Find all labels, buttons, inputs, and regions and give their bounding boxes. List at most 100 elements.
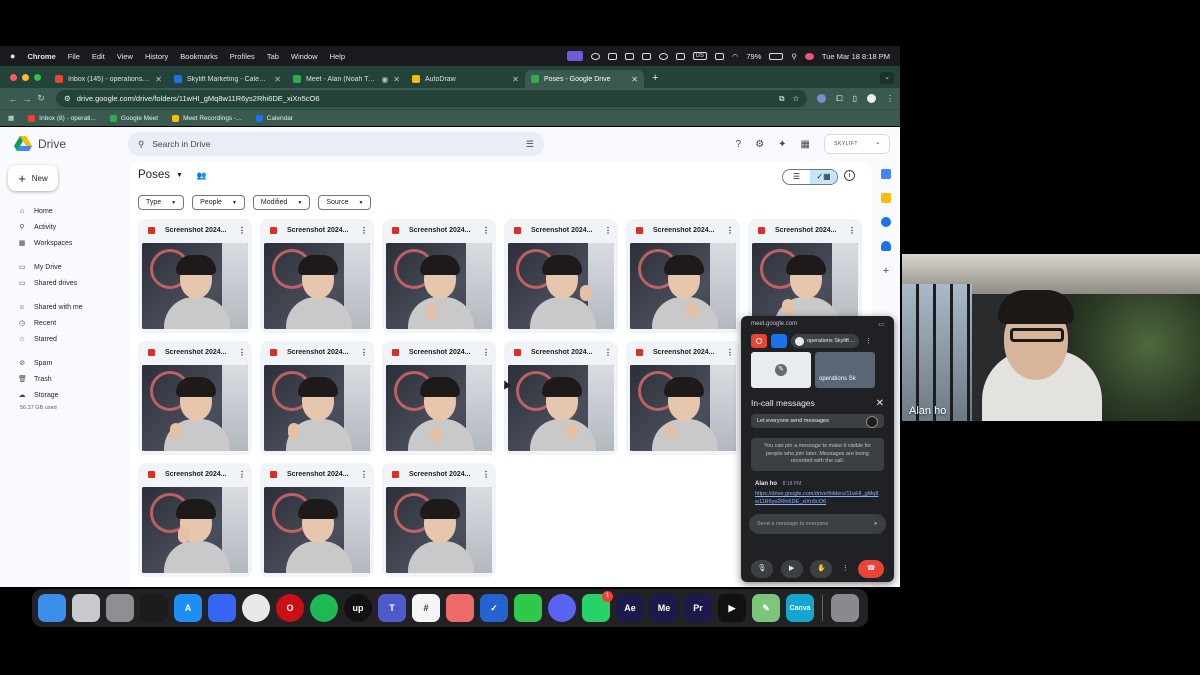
nav-activity[interactable]: ⚲ Activity	[0, 219, 130, 235]
file-thumbnail[interactable]	[142, 365, 248, 451]
participant-tile-presentation[interactable]: ✎	[751, 352, 811, 388]
recording-button[interactable]	[751, 334, 767, 348]
file-thumbnail[interactable]	[386, 243, 492, 329]
nav-my-drive[interactable]: ▭ My Drive	[0, 259, 130, 275]
more-actions-icon[interactable]: ⋮	[482, 470, 490, 479]
dock-finder-icon[interactable]	[38, 594, 66, 622]
bookmark-google-meet[interactable]: Google Meet	[109, 114, 158, 122]
nav-spam[interactable]: ⊘ Spam	[0, 355, 130, 371]
extensions-icon[interactable]: ⧠	[836, 94, 842, 104]
file-thumbnail[interactable]	[264, 365, 370, 451]
participant-tile-operations[interactable]: operations Sk	[815, 352, 875, 388]
wifi-icon[interactable]: ◠	[732, 52, 739, 61]
siri-icon[interactable]	[804, 52, 814, 60]
close-tab-icon[interactable]: ✕	[155, 75, 162, 84]
more-actions-icon[interactable]: ⋮	[238, 226, 246, 235]
minimize-window-button[interactable]	[22, 74, 29, 81]
file-card[interactable]: Screenshot 2024... ⋮	[382, 219, 496, 333]
more-actions-icon[interactable]: ⋮	[604, 226, 612, 235]
dock-chrome-icon[interactable]	[242, 594, 270, 622]
more-actions-icon[interactable]: ⋮	[482, 348, 490, 357]
dock-video-tool-icon[interactable]: ▶	[718, 594, 746, 622]
new-tab-button[interactable]: +	[652, 72, 658, 84]
file-thumbnail[interactable]	[630, 243, 736, 329]
settings-gear-icon[interactable]: ⚙	[755, 139, 764, 150]
apps-icon[interactable]: ▦	[8, 114, 14, 122]
bookmark-meet-recordings[interactable]: Meet Recordings -...	[172, 114, 242, 122]
google-apps-icon[interactable]: ▦	[801, 139, 810, 150]
back-to-tab-icon[interactable]: ▭	[878, 321, 884, 328]
file-card[interactable]: Screenshot 2024... ⋮	[260, 341, 374, 455]
bookmark-star-icon[interactable]: ☆	[792, 94, 799, 104]
menu-bookmarks[interactable]: Bookmarks	[180, 52, 218, 61]
file-thumbnail[interactable]	[264, 487, 370, 573]
nav-workspaces[interactable]: ▦ Workspaces	[0, 235, 130, 251]
dock-whatsapp-icon[interactable]: 1	[582, 591, 613, 622]
bookmark-calendar[interactable]: Calendar	[255, 114, 293, 122]
input-source[interactable]: US	[692, 52, 707, 60]
dock-upwork-icon[interactable]: up	[344, 594, 372, 622]
add-addon-icon[interactable]: +	[883, 265, 889, 277]
close-tab-icon[interactable]: ✕	[274, 75, 281, 84]
tab-inbox[interactable]: Inbox (145) - operations@sky ✕	[49, 70, 168, 88]
nav-shared-with-me[interactable]: ☺ Shared with me	[0, 299, 130, 315]
nav-starred[interactable]: ☆ Starred	[0, 331, 130, 347]
dock-facetime-icon[interactable]	[514, 594, 542, 622]
end-call-icon[interactable]: ☎	[858, 560, 885, 578]
dock-activity-monitor-icon[interactable]	[140, 594, 168, 622]
dock-app-store-icon[interactable]: A	[174, 594, 202, 622]
forward-icon[interactable]: →	[20, 94, 34, 104]
gemini-icon[interactable]: ✦	[778, 139, 786, 150]
site-info-icon[interactable]: ⚙	[64, 94, 71, 103]
nav-home[interactable]: ⌂ Home	[0, 203, 130, 219]
side-panel-icon[interactable]: ▯	[853, 94, 857, 103]
microphone-icon[interactable]: 🎙	[750, 560, 773, 578]
status-icon[interactable]	[624, 52, 634, 60]
nav-recent[interactable]: ◷ Recent	[0, 315, 130, 331]
keep-addon-icon[interactable]	[881, 193, 891, 203]
file-card[interactable]: Screenshot 2024... ⋮	[504, 341, 618, 455]
file-card[interactable]: Screenshot 2024... ⋮	[138, 463, 252, 577]
zoom-window-button[interactable]	[34, 74, 41, 81]
search-icon[interactable]: ⚲	[791, 52, 797, 61]
filter-people[interactable]: People ▼	[192, 195, 245, 210]
tab-meet[interactable]: Meet - Alan (Noah Tactic ◉ ✕	[287, 70, 406, 88]
dock-todo-icon[interactable]: ✓	[480, 594, 508, 622]
account-chip[interactable]: operations Skylift ...	[791, 334, 859, 348]
calendar-addon-icon[interactable]	[881, 169, 891, 179]
dock-autodraw-icon[interactable]: ✎	[752, 594, 780, 622]
file-thumbnail[interactable]	[142, 243, 248, 329]
close-window-button[interactable]	[10, 74, 17, 81]
tab-search-button[interactable]: ⌄	[880, 72, 894, 84]
file-card[interactable]: Screenshot 2024... ⋮	[138, 219, 252, 333]
bluetooth-icon[interactable]	[714, 52, 724, 60]
menu-window[interactable]: Window	[291, 52, 318, 61]
battery-percent[interactable]: 79%	[746, 52, 761, 61]
tab-calendar[interactable]: Skylift Marketing - Calendar ✕	[168, 70, 287, 88]
menubar-clock[interactable]: Tue Mar 18 8:18 PM	[822, 52, 890, 61]
address-bar[interactable]: ⚙ drive.google.com/drive/folders/11wHI_g…	[56, 90, 808, 107]
dock-premiere-pro-icon[interactable]: Pr	[684, 594, 712, 622]
filter-type[interactable]: Type ▼	[138, 195, 185, 210]
menu-profiles[interactable]: Profiles	[230, 52, 255, 61]
battery-icon[interactable]	[769, 52, 784, 60]
menu-file[interactable]: File	[68, 52, 80, 61]
send-messages-toggle[interactable]	[866, 416, 878, 428]
tab-autodraw[interactable]: AutoDraw ✕	[406, 70, 525, 88]
details-info-icon[interactable]: i	[844, 170, 855, 181]
dock-discord-icon[interactable]	[548, 594, 576, 622]
close-icon[interactable]: ✕	[876, 398, 884, 409]
help-icon[interactable]: ?	[736, 139, 742, 150]
more-actions-icon[interactable]: ⋮	[482, 226, 490, 235]
status-icon[interactable]	[658, 52, 668, 60]
more-actions-icon[interactable]: ⋮	[726, 226, 734, 235]
file-card[interactable]: Screenshot 2024... ⋮	[504, 219, 618, 333]
folder-title[interactable]: Poses	[138, 169, 170, 181]
filter-source[interactable]: Source ▼	[318, 195, 372, 210]
status-icon[interactable]	[675, 52, 685, 60]
file-card[interactable]: Screenshot 2024... ⋮	[382, 463, 496, 577]
dock-media-encoder-icon[interactable]: Me	[650, 594, 678, 622]
dock-trash-icon[interactable]	[831, 594, 859, 622]
more-options-icon[interactable]: ⋮	[840, 560, 850, 578]
search-options-icon[interactable]: ☰	[526, 139, 534, 150]
